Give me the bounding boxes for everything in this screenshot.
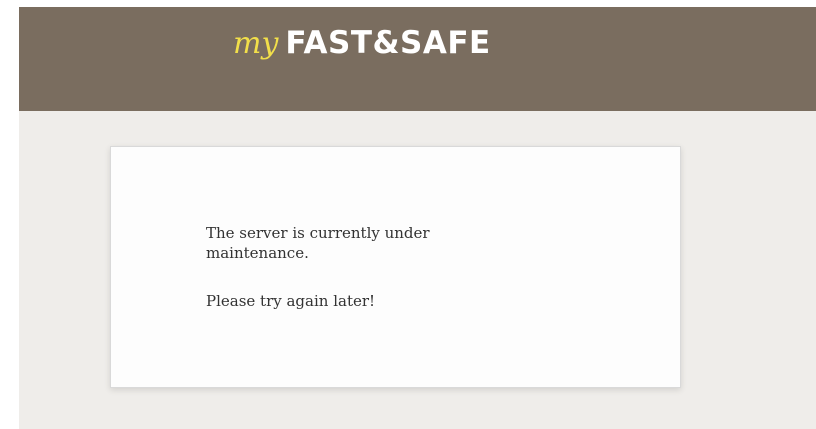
- maintenance-card: The server is currently under maintenanc…: [110, 146, 681, 388]
- logo-prefix: my: [233, 26, 279, 61]
- logo-brand-name: FAST&SAFE: [285, 25, 491, 61]
- maintenance-message: The server is currently under maintenanc…: [206, 224, 430, 262]
- site-header: my FAST&SAFE: [19, 7, 816, 111]
- site-logo[interactable]: my FAST&SAFE: [233, 25, 491, 75]
- retry-message: Please try again later!: [206, 292, 376, 310]
- page-frame: my FAST&SAFE The server is currently und…: [19, 7, 816, 429]
